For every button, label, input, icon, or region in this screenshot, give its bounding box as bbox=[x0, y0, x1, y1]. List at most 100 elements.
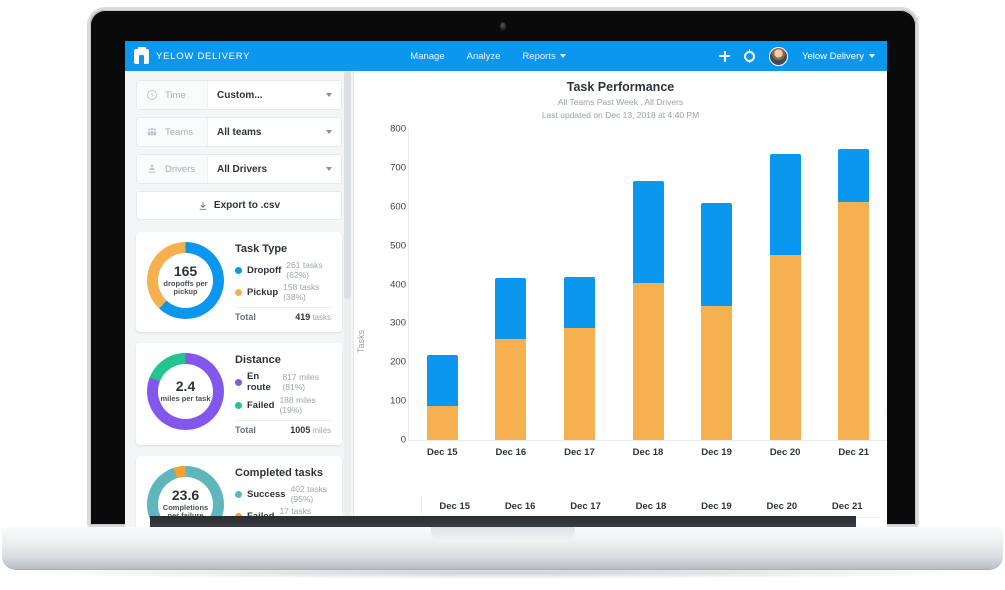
table-header-cell: Dec 17 bbox=[570, 500, 601, 512]
brand-name: YELOW DELIVERY bbox=[156, 50, 251, 62]
filter-value-text: All teams bbox=[217, 126, 262, 138]
x-tick-label: Dec 15 bbox=[426, 447, 458, 458]
bar-segment-pickup bbox=[632, 282, 664, 440]
metric-total-value: 419 bbox=[295, 312, 311, 322]
legend-row: Success 402 tasks (95%) bbox=[235, 484, 331, 504]
sidebar: Time Custom... Teams All teams Drivers A… bbox=[125, 71, 353, 529]
nav-item-manage[interactable]: Manage bbox=[410, 51, 444, 62]
chevron-down-icon bbox=[869, 54, 875, 58]
main-nav: Manage Analyze Reports bbox=[410, 51, 566, 62]
bar-segment-dropoff bbox=[426, 355, 458, 407]
bar-segment-dropoff bbox=[495, 277, 527, 339]
filter-value-text: Custom... bbox=[217, 89, 263, 101]
filter-time-label-wrap: Time bbox=[137, 81, 208, 109]
donut-center: 165 dropoffs per pickup bbox=[158, 253, 213, 308]
bar-segment-pickup bbox=[701, 305, 733, 440]
legend-value: 261 tasks (62%) bbox=[286, 260, 323, 280]
bar-column[interactable] bbox=[426, 355, 458, 440]
filter-teams-label-wrap: Teams bbox=[137, 118, 208, 146]
chart-last-updated: Last updated on Dec 13, 2018 at 4:40 PM bbox=[541, 110, 700, 120]
bar-segment-pickup bbox=[769, 254, 801, 440]
bar-column[interactable] bbox=[563, 277, 595, 440]
nav-item-reports[interactable]: Reports bbox=[522, 51, 566, 62]
filter-teams-value[interactable]: All teams bbox=[208, 127, 341, 138]
clock-icon bbox=[147, 90, 157, 100]
y-tick: 700 bbox=[390, 162, 406, 174]
donut-caption: miles per task bbox=[160, 393, 211, 403]
gear-icon[interactable] bbox=[744, 49, 756, 63]
x-tick-label: Dec 16 bbox=[495, 447, 527, 458]
donut-center: 2.4 miles per task bbox=[158, 364, 213, 419]
metric-card-title: Completed tasks bbox=[235, 467, 324, 479]
legend-name: Pickup bbox=[247, 286, 279, 298]
chart-plot: Tasks 0 100 200 300 400 500 600 700 800 Dec 15 De… bbox=[354, 124, 887, 494]
chart-subtitle: All Teams Past Week , All Drivers bbox=[557, 97, 684, 107]
metric-total-label: Total bbox=[235, 425, 256, 435]
metric-card-title: Distance bbox=[235, 354, 281, 366]
filter-group: Teams All teams bbox=[136, 117, 342, 147]
chevron-down-icon bbox=[559, 54, 566, 58]
nav-item-analyze[interactable]: Analyze bbox=[467, 51, 501, 62]
x-tick-label: Dec 18 bbox=[632, 447, 664, 458]
donut-caption: dropoffs per pickup bbox=[163, 278, 208, 297]
metric-total-label: Total bbox=[235, 312, 256, 322]
metric-total-unit: miles bbox=[312, 425, 331, 435]
legend-value: 188 miles (19%) bbox=[279, 395, 316, 415]
y-tick: 200 bbox=[390, 356, 406, 368]
filter-label: Time bbox=[165, 89, 186, 101]
legend-row: Pickup 158 tasks (38%) bbox=[235, 282, 331, 302]
brand[interactable]: YELOW DELIVERY bbox=[125, 46, 251, 64]
y-tick: 800 bbox=[390, 123, 406, 135]
legend-value: 158 tasks (38%) bbox=[283, 282, 320, 302]
legend-dot bbox=[235, 401, 242, 409]
avatar[interactable] bbox=[769, 46, 789, 66]
plus-icon[interactable] bbox=[719, 50, 731, 62]
x-tick-label: Dec 17 bbox=[564, 447, 595, 458]
x-tick-label: Dec 20 bbox=[769, 447, 801, 458]
legend-dot bbox=[235, 378, 242, 386]
filter-drivers[interactable]: Drivers All Drivers bbox=[137, 155, 341, 183]
app-content: Time Custom... Teams All teams Drivers A… bbox=[125, 71, 887, 529]
filter-value-text: All Drivers bbox=[217, 163, 268, 175]
metric-total-value: 1005 bbox=[290, 425, 311, 435]
bar-segment-dropoff bbox=[563, 277, 595, 329]
bar-column[interactable] bbox=[495, 277, 527, 440]
filter-time-value[interactable]: Custom... bbox=[208, 90, 341, 101]
bar-column[interactable] bbox=[701, 202, 733, 440]
filter-group: Drivers All Drivers bbox=[136, 154, 342, 184]
chevron-down-icon bbox=[326, 167, 332, 171]
chevron-down-icon bbox=[326, 130, 332, 134]
app-header-actions: Yelow Delivery bbox=[719, 46, 887, 66]
chevron-down-icon bbox=[326, 93, 332, 97]
teams-icon bbox=[147, 127, 157, 136]
laptop-notch bbox=[430, 527, 575, 542]
metric-card-task-type: 165 dropoffs per pickup Task Type Dropoff 26… bbox=[136, 232, 342, 332]
sidebar-scrollbar-thumb[interactable] bbox=[344, 71, 351, 299]
table-header-cell: Dec 18 bbox=[635, 500, 667, 512]
bar-segment-dropoff bbox=[838, 148, 870, 202]
bar-column[interactable] bbox=[838, 148, 870, 440]
bar-column[interactable] bbox=[632, 181, 664, 440]
filter-time[interactable]: Time Custom... bbox=[137, 81, 341, 109]
legend-row: En route 817 miles (81%) bbox=[235, 371, 331, 393]
package-icon bbox=[134, 46, 149, 64]
webcam-icon bbox=[500, 22, 506, 31]
bar-segment-dropoff bbox=[701, 202, 733, 306]
user-menu[interactable]: Yelow Delivery bbox=[802, 51, 875, 62]
y-tick: 400 bbox=[390, 279, 406, 290]
nav-label: Manage bbox=[410, 50, 445, 62]
y-tick: 100 bbox=[390, 395, 406, 407]
filter-teams[interactable]: Teams All teams bbox=[137, 118, 341, 146]
table-header-cell: Dec 16 bbox=[504, 500, 536, 512]
filter-drivers-value[interactable]: All Drivers bbox=[208, 164, 341, 175]
bar-column[interactable] bbox=[769, 154, 801, 440]
filter-group: Time Custom... bbox=[136, 80, 342, 110]
legend-value: 402 tasks (95%) bbox=[290, 484, 327, 504]
donut-chart: 165 dropoffs per pickup bbox=[147, 242, 224, 319]
legend-row: Dropoff 261 tasks (62%) bbox=[235, 260, 331, 280]
donut-value: 2.4 bbox=[175, 378, 196, 395]
filter-label: Drivers bbox=[165, 163, 196, 175]
y-axis-ticks: 0 100 200 300 400 500 600 700 800 bbox=[364, 124, 406, 494]
export-csv-button[interactable]: Export to .csv bbox=[136, 191, 342, 220]
chart-header: Task Performance All Teams Past Week , A… bbox=[354, 71, 887, 120]
